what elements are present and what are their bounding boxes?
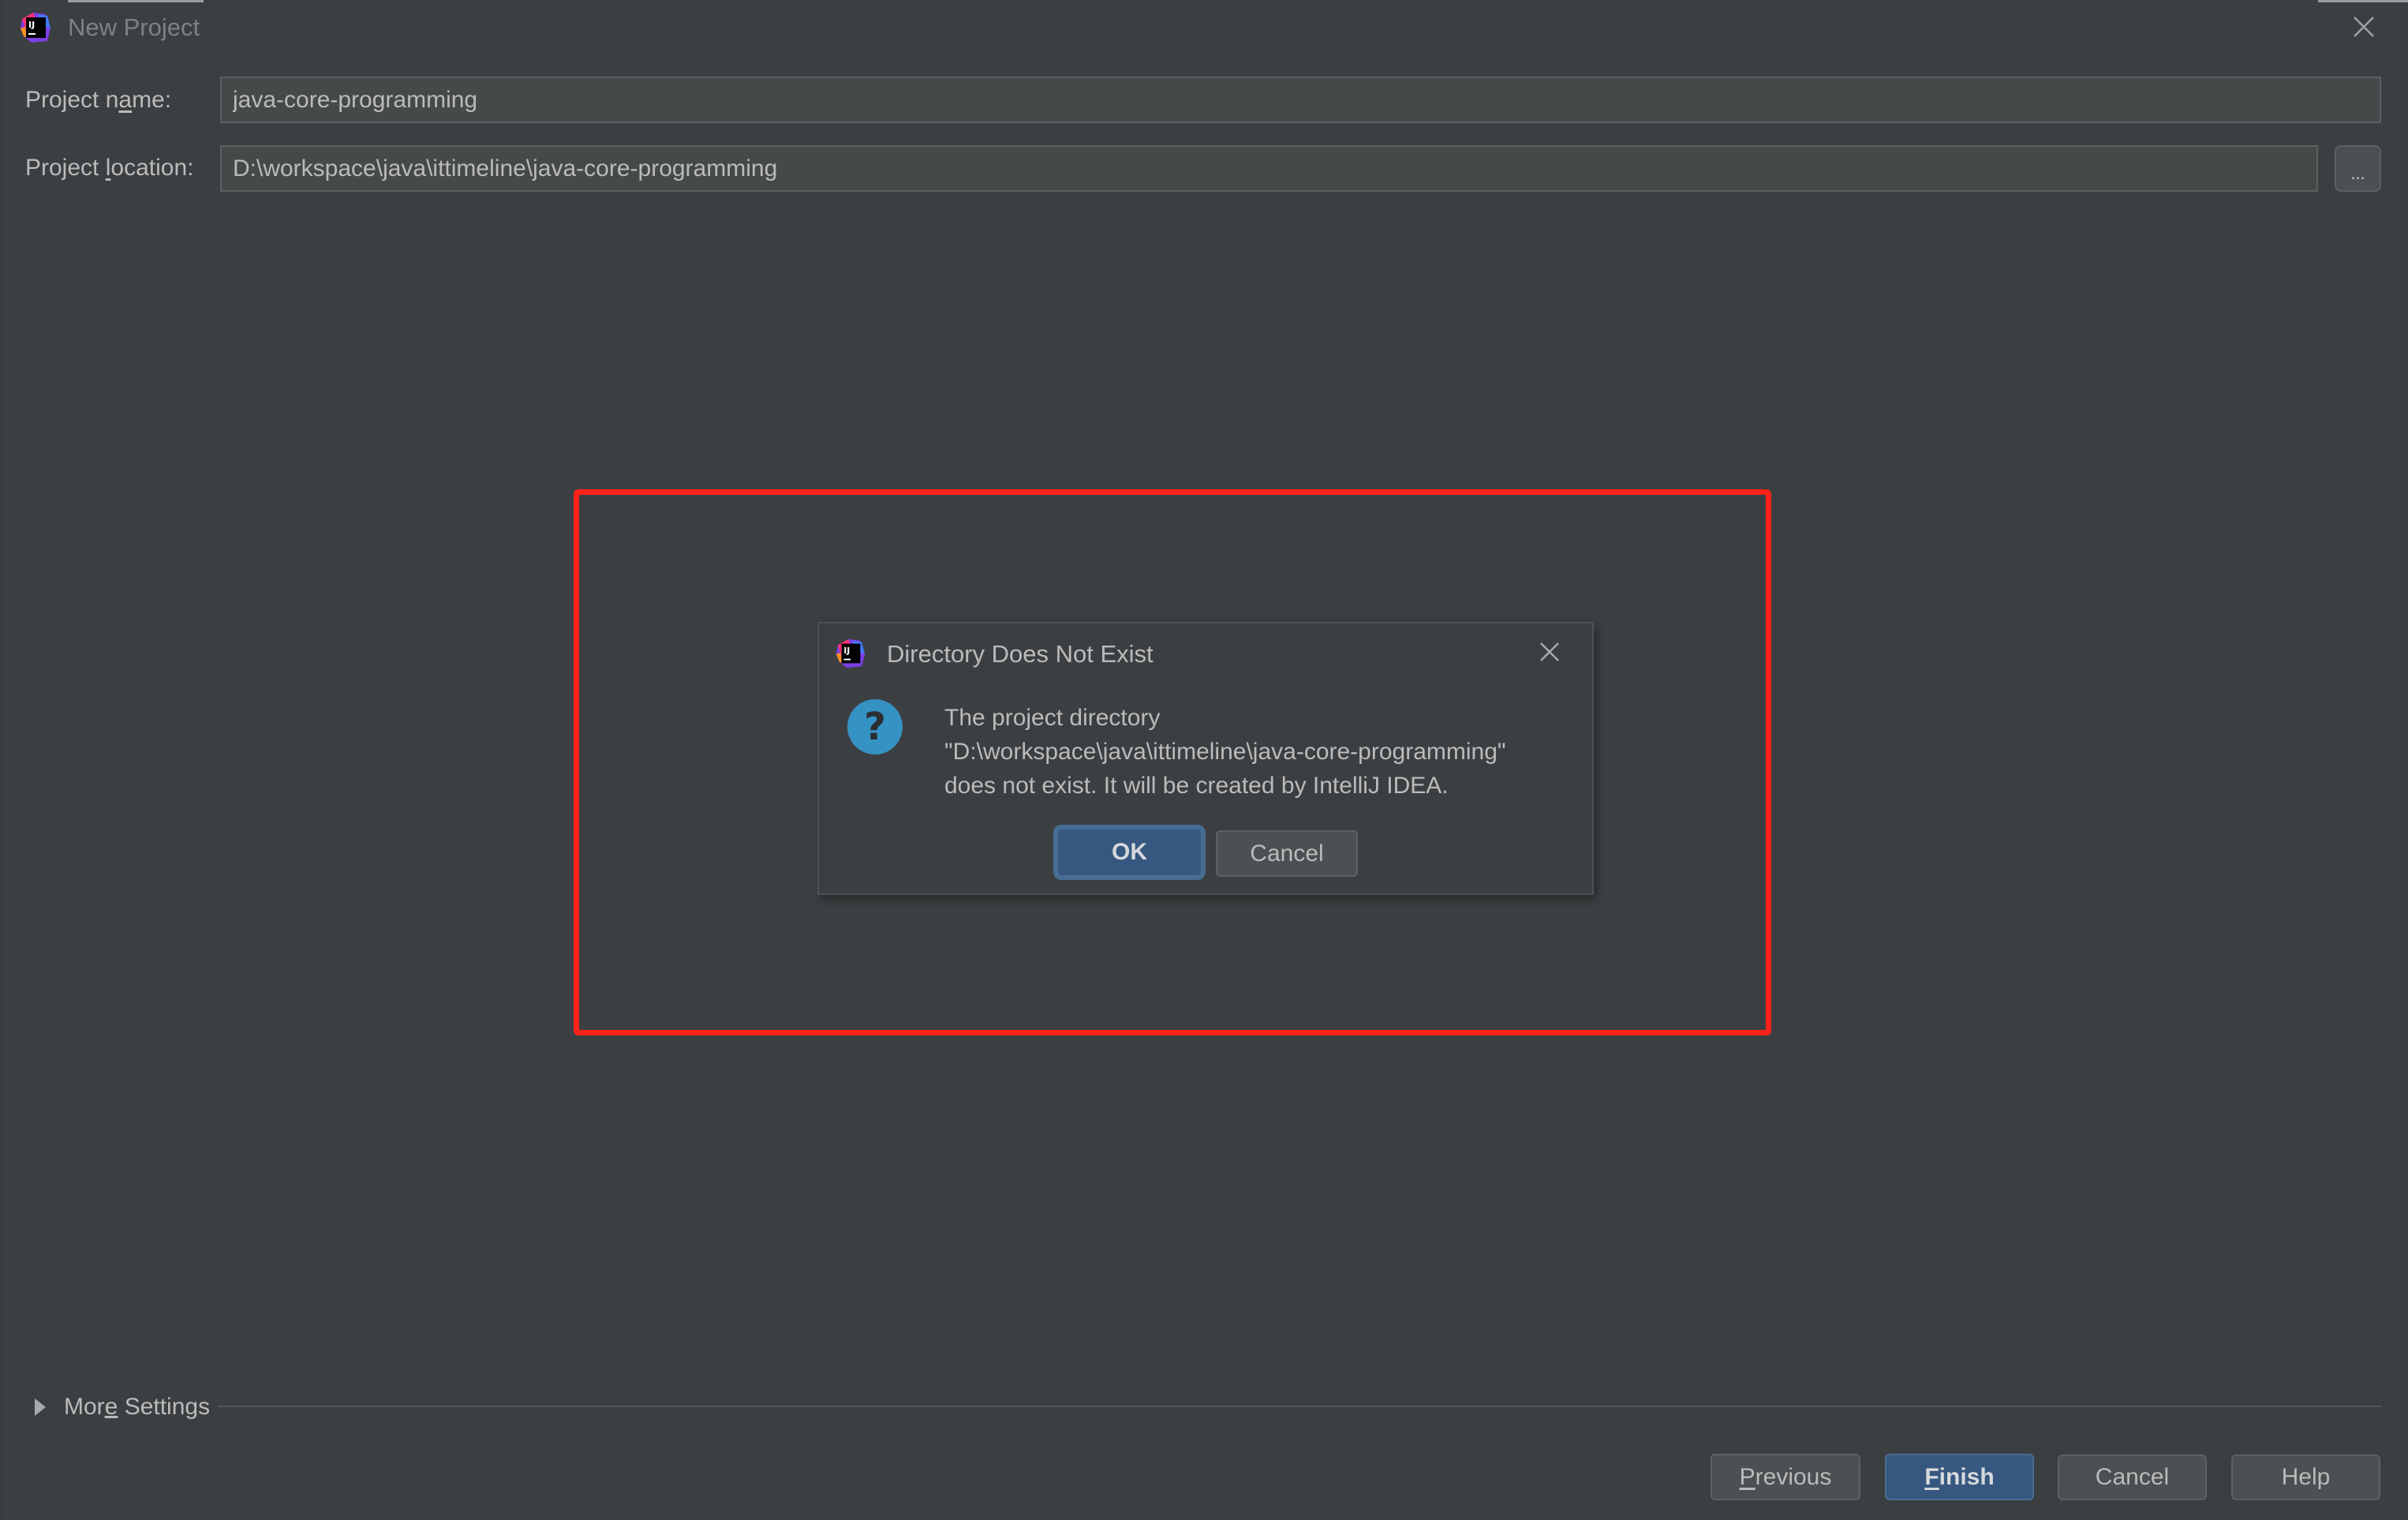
top-edge-strip-left bbox=[68, 0, 204, 2]
project-name-label: Project name: bbox=[25, 87, 172, 113]
finish-button[interactable]: Finish bbox=[1885, 1454, 2034, 1500]
more-settings-separator bbox=[218, 1406, 2381, 1407]
dialog-title: Directory Does Not Exist bbox=[887, 640, 1154, 668]
dialog-close-icon[interactable] bbox=[1539, 641, 1561, 663]
project-location-input[interactable] bbox=[220, 145, 2318, 192]
svg-text:IJ: IJ bbox=[28, 20, 35, 30]
dialog-message-line: The project directory bbox=[944, 705, 1161, 731]
previous-button[interactable]: Previous bbox=[1711, 1454, 1860, 1500]
window-left-edge bbox=[0, 0, 2, 1520]
top-edge-strip-right bbox=[2318, 0, 2408, 2]
question-icon: ? bbox=[847, 698, 903, 755]
dialog-message-line: "D:\workspace\java\ittimeline\java-core-… bbox=[944, 739, 1506, 765]
window-title: New Project bbox=[68, 13, 200, 41]
intellij-idea-icon: IJ bbox=[835, 638, 866, 669]
expand-triangle-icon[interactable] bbox=[35, 1398, 46, 1416]
help-button[interactable]: Help bbox=[2231, 1454, 2380, 1500]
svg-text:IJ: IJ bbox=[843, 646, 850, 656]
cancel-button[interactable]: Cancel bbox=[2058, 1454, 2207, 1500]
dialog-message-line: does not exist. It will be created by In… bbox=[944, 773, 1449, 799]
project-location-label: Project location: bbox=[25, 155, 194, 181]
close-icon[interactable] bbox=[2351, 14, 2376, 39]
dialog-message: The project directory "D:\workspace\java… bbox=[944, 701, 1506, 803]
project-name-input[interactable] bbox=[220, 77, 2381, 123]
dialog-cancel-button[interactable]: Cancel bbox=[1216, 830, 1358, 877]
svg-text:?: ? bbox=[864, 705, 886, 749]
dialog-ok-button[interactable]: OK bbox=[1056, 828, 1202, 877]
intellij-idea-icon: IJ bbox=[19, 11, 52, 44]
directory-does-not-exist-dialog: IJ Directory Does Not Exist ? The projec… bbox=[817, 622, 1594, 895]
more-settings-toggle[interactable]: More Settings bbox=[64, 1393, 210, 1421]
browse-location-button[interactable]: ... bbox=[2335, 145, 2381, 192]
